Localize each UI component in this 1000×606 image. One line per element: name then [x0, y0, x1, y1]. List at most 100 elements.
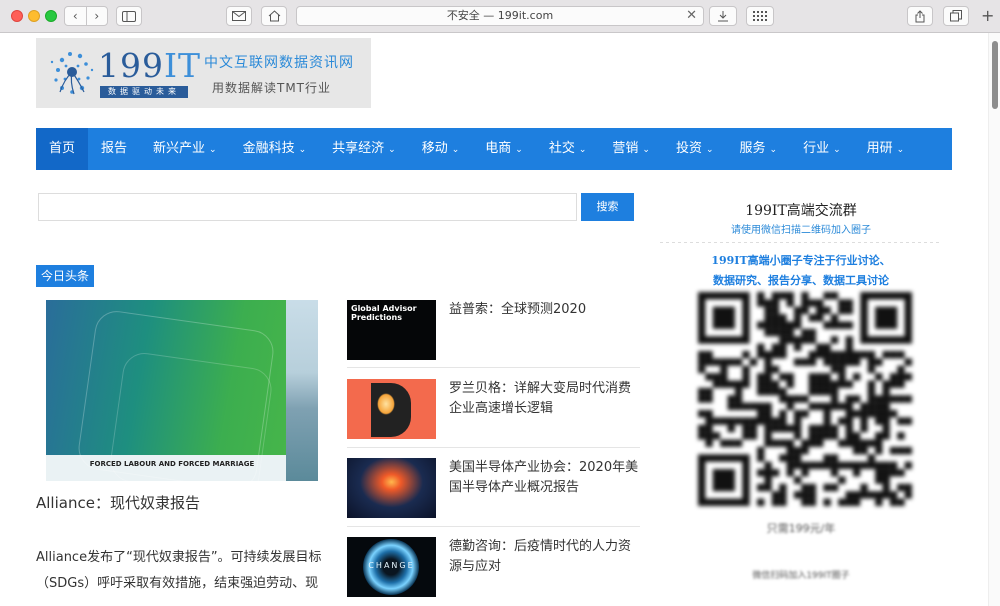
home-button[interactable] [261, 6, 287, 26]
nav-item[interactable]: 营销 ⌄ [599, 128, 663, 170]
chevron-down-icon: ⌄ [896, 145, 905, 155]
home-icon [268, 10, 280, 22]
site-title: 中文互联网数据资讯网 [204, 55, 354, 71]
history-nav: ‹ › [64, 6, 108, 26]
article-title[interactable]: 益普索：全球预测2020 [449, 300, 639, 320]
mail-icon [232, 11, 246, 21]
chevron-down-icon: ⌄ [578, 145, 587, 155]
site-subtitle: 用数据解读TMT行业 [212, 81, 332, 95]
nav-item-label: 共享经济 [332, 141, 385, 156]
search-input[interactable] [38, 193, 577, 221]
logo-tagline-small: 数据驱动未来 [100, 86, 188, 98]
main-nav: 首页 报告 新兴产业 ⌄ 金融科技 ⌄ 共享经济 ⌄ 移动 ⌄ 电商 ⌄ 社交 ⌄ 营销 ⌄ 投资 ⌄ 服务 ⌄ 行业 ⌄… [36, 128, 952, 170]
featured-image-caption: FORCED LABOUR AND FORCED MARRIAGE [89, 460, 255, 468]
featured-description: Alliance发布了“现代奴隶报告”。可持续发展目标（SDGs）呼吁采取有效措… [36, 550, 322, 591]
divider [347, 526, 640, 527]
article-item[interactable]: 罗兰贝格：详解大变局时代消费企业高速增长逻辑 [347, 379, 640, 441]
clear-icon[interactable]: ✕ [686, 7, 697, 25]
logo-icon [50, 52, 94, 95]
search-button[interactable]: 搜索 [581, 193, 634, 221]
chevron-down-icon: ⌄ [833, 145, 841, 155]
chevron-down-icon: ⌄ [388, 145, 396, 155]
chevron-down-icon: ⌄ [209, 145, 217, 155]
nav-item-label: 社交 [548, 141, 575, 156]
nav-item[interactable]: 用研 ⌄ [854, 128, 918, 170]
thumbnail-text: CHANGE [368, 561, 415, 570]
minimize-window-button[interactable] [28, 10, 40, 22]
nav-item[interactable]: 新兴产业 ⌄ [140, 128, 230, 170]
nav-item[interactable]: 电商 ⌄ [472, 128, 536, 170]
share-button[interactable] [907, 6, 933, 26]
sidebar-icon [122, 10, 136, 22]
browser-toolbar: ‹ › 不安全 — 199it.com ✕ + [0, 0, 1000, 33]
divider [660, 242, 942, 243]
qr-caption: 只需199元/年 [766, 522, 836, 535]
forward-icon[interactable]: › [87, 9, 108, 23]
sidebar-intro-line: 199IT高端小圈子专注于行业讨论、 [711, 254, 891, 267]
scrollbar-thumb[interactable] [992, 41, 998, 109]
qr-code [698, 292, 912, 506]
article-item[interactable]: Global Advisor Predictions 益普索：全球预测2020 [347, 300, 640, 362]
article-item[interactable]: 美国半导体产业协会：2020年美国半导体产业概况报告 [347, 458, 640, 520]
nav-item-label: 服务 [739, 141, 766, 156]
back-icon[interactable]: ‹ [65, 9, 86, 23]
nav-item[interactable]: 服务 ⌄ [727, 128, 791, 170]
featured-image-cover [46, 300, 286, 481]
zoom-window-button[interactable] [45, 10, 57, 22]
nav-item-label: 新兴产业 [153, 141, 206, 156]
article-title[interactable]: 罗兰贝格：详解大变局时代消费企业高速增长逻辑 [449, 379, 639, 419]
download-icon [718, 11, 728, 22]
chevron-down-icon: ⌄ [705, 145, 714, 155]
url-text: 不安全 — 199it.com [446, 9, 554, 22]
tab-overview-button[interactable] [943, 6, 969, 26]
nav-item-label: 用研 [866, 141, 893, 156]
nav-item[interactable]: 移动 ⌄ [409, 128, 473, 170]
featured-image-photo [286, 300, 318, 481]
nav-item[interactable]: 报告 [88, 128, 140, 170]
address-bar[interactable]: 不安全 — 199it.com ✕ [296, 6, 704, 26]
downloads-button[interactable] [709, 6, 737, 26]
featured-title[interactable]: Alliance：现代奴隶报告 [36, 492, 200, 513]
share-icon [915, 9, 925, 22]
article-title[interactable]: 德勤咨询：后疫情时代的人力资源与应对 [449, 537, 639, 577]
nav-item[interactable]: 首页 [36, 128, 89, 170]
thumbnail-text: Global Advisor Predictions [351, 304, 417, 322]
logo-it: IT [164, 46, 202, 85]
divider [347, 447, 640, 448]
article-thumbnail[interactable] [347, 458, 436, 518]
sidebar-intro-line: 数据研究、报告分享、数据工具讨论 [713, 274, 889, 287]
sidebar-subtitle: 请使用微信扫描二维码加入圈子 [731, 225, 871, 236]
article-item[interactable]: CHANGE 德勤咨询：后疫情时代的人力资源与应对 [347, 537, 640, 599]
nav-item-label: 电商 [485, 141, 512, 156]
chevron-down-icon: ⌄ [451, 145, 460, 155]
article-thumbnail[interactable]: Global Advisor Predictions [347, 300, 436, 360]
mail-button[interactable] [226, 6, 252, 26]
page-scrollbar[interactable] [988, 33, 1000, 606]
nav-item[interactable]: 投资 ⌄ [663, 128, 727, 170]
article-thumbnail[interactable]: CHANGE [347, 537, 436, 597]
nav-item[interactable]: 金融科技 ⌄ [230, 128, 320, 170]
top-sites-button[interactable] [746, 6, 774, 26]
nav-item-label: 行业 [803, 141, 830, 156]
close-window-button[interactable] [11, 10, 23, 22]
article-title[interactable]: 美国半导体产业协会：2020年美国半导体产业概况报告 [449, 458, 639, 498]
divider [347, 367, 640, 368]
featured-image[interactable]: FORCED LABOUR AND FORCED MARRIAGE [46, 300, 318, 481]
nav-item-label: 投资 [675, 141, 702, 156]
nav-item[interactable]: 行业 ⌄ [790, 128, 854, 170]
nav-item-label: 金融科技 [242, 141, 295, 156]
logo-number: 199 [98, 46, 164, 85]
chevron-down-icon: ⌄ [769, 145, 778, 155]
sidebar-intro: 199IT高端小圈子专注于行业讨论、 数据研究、报告分享、数据工具讨论 [660, 251, 942, 291]
nav-item[interactable]: 社交 ⌄ [536, 128, 600, 170]
article-thumbnail[interactable] [347, 379, 436, 439]
grid-icon [753, 11, 767, 21]
nav-item[interactable]: 共享经济 ⌄ [319, 128, 409, 170]
nav-item-label: 移动 [421, 141, 448, 156]
sidebar-toggle-button[interactable] [116, 6, 142, 26]
site-logo[interactable]: 199IT 数据驱动未来 中文互联网数据资讯网 用数据解读TMT行业 [36, 38, 371, 108]
new-tab-icon[interactable]: + [981, 6, 994, 25]
today-headlines-label: 今日头条 [36, 265, 95, 287]
nav-item-label: 首页 [49, 141, 76, 156]
chevron-down-icon: ⌄ [298, 145, 307, 155]
